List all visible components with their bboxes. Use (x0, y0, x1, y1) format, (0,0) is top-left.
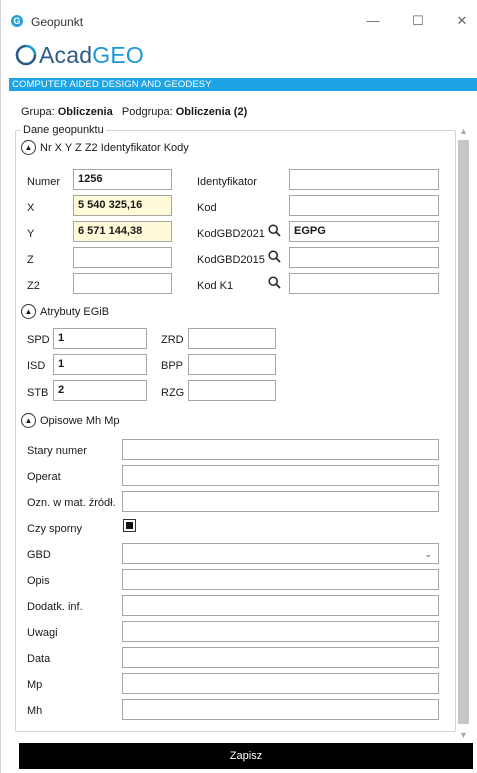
spd-input[interactable]: 1 (53, 328, 147, 349)
y-input[interactable]: 6 571 144,38 (73, 221, 172, 242)
bpp-input[interactable] (188, 354, 276, 375)
logo-acad: Acad (39, 41, 93, 68)
dodatk-label: Dodatk. inf. (27, 601, 83, 613)
search-icon[interactable] (268, 224, 281, 237)
maximize-button[interactable]: ☐ (403, 10, 433, 32)
acadgeo-logo: AcadGEO (15, 40, 144, 70)
z2-label: Z2 (27, 280, 40, 292)
search-icon[interactable] (268, 250, 281, 263)
vertical-scrollbar[interactable]: ▲ ▼ (457, 124, 470, 744)
identyfikator-label: Identyfikator (197, 176, 257, 188)
chevron-up-icon[interactable]: ▲ (21, 140, 36, 155)
zrd-input[interactable] (188, 328, 276, 349)
opis-input[interactable] (122, 569, 439, 590)
operat-input[interactable] (122, 465, 439, 486)
section-atrybuty-title: Atrybuty EGiB (40, 305, 110, 318)
scroll-thumb[interactable] (458, 140, 469, 724)
data-label: Data (27, 653, 51, 665)
stary-numer-input[interactable] (122, 439, 439, 460)
zrd-label: ZRD (161, 334, 184, 346)
z-label: Z (27, 254, 34, 266)
spd-label: SPD (27, 334, 50, 346)
kodk1-label: Kod K1 (197, 280, 234, 292)
logo-mark-icon (15, 44, 37, 66)
numer-input[interactable]: 1256 (73, 169, 172, 190)
gbd-label: GBD (27, 549, 51, 561)
z-input[interactable] (73, 247, 172, 268)
section-nr-xyz-header[interactable]: ▲ Nr X Y Z Z2 Identyfikator Kody (21, 140, 189, 155)
uwagi-label: Uwagi (27, 627, 58, 639)
opis-label: Opis (27, 575, 50, 587)
mh-input[interactable] (122, 699, 439, 720)
data-input[interactable] (122, 647, 439, 668)
kodgbd2015-input[interactable] (289, 247, 439, 268)
section-nr-xyz-title: Nr X Y Z Z2 Identyfikator Kody (40, 141, 189, 154)
identyfikator-input[interactable] (289, 169, 439, 190)
stb-input[interactable]: 2 (53, 380, 147, 401)
ozn-label: Ozn. w mat. źródł. (27, 497, 116, 509)
search-icon[interactable] (268, 276, 281, 289)
dodatk-input[interactable] (122, 595, 439, 616)
y-label: Y (27, 228, 35, 240)
stary-numer-label: Stary numer (27, 445, 87, 457)
logo-text: AcadGEO (39, 42, 144, 69)
mh-label: Mh (27, 705, 43, 717)
app-icon: G (11, 15, 23, 27)
checkbox-check-mark (126, 522, 133, 529)
isd-input[interactable]: 1 (53, 354, 147, 375)
podgrupa-value: Obliczenia (2) (175, 106, 248, 118)
czy-sporny-label: Czy sporny (27, 523, 83, 535)
group-info: Grupa: Obliczenia Podgrupa: Obliczenia (… (21, 106, 247, 118)
mp-label: Mp (27, 679, 43, 691)
section-opisowe-title: Opisowe Mh Mp (40, 414, 120, 427)
kodk1-input[interactable] (289, 273, 439, 294)
tagline-banner: COMPUTER AIDED DESIGN AND GEODESY (9, 78, 477, 91)
minimize-button[interactable]: — (358, 10, 388, 32)
isd-label: ISD (27, 360, 46, 372)
rzg-input[interactable] (188, 380, 276, 401)
x-input[interactable]: 5 540 325,16 (73, 195, 172, 216)
window-title: Geopunkt (31, 15, 84, 29)
kod-label: Kod (197, 202, 217, 214)
close-button[interactable]: ✕ (447, 10, 477, 32)
bpp-label: BPP (161, 360, 184, 372)
ozn-input[interactable] (122, 491, 439, 512)
grupa-value: Obliczenia (57, 106, 113, 118)
kodgbd2021-input[interactable]: EGPG (289, 221, 439, 242)
kodgbd2021-label: KodGBD2021 (197, 228, 265, 240)
chevron-up-icon[interactable]: ▲ (21, 304, 36, 319)
chevron-up-icon[interactable]: ▲ (21, 413, 36, 428)
logo-geo: GEO (92, 41, 144, 68)
podgrupa-label: Podgrupa: (121, 106, 173, 118)
operat-label: Operat (27, 471, 61, 483)
numer-label: Numer (27, 176, 61, 188)
section-opisowe-header[interactable]: ▲ Opisowe Mh Mp (21, 413, 119, 428)
scroll-up-icon[interactable]: ▲ (457, 124, 470, 138)
title-bar: G Geopunkt — ☐ ✕ (1, 6, 477, 36)
kod-input[interactable] (289, 195, 439, 216)
uwagi-input[interactable] (122, 621, 439, 642)
grupa-label: Grupa: (21, 106, 55, 118)
section-atrybuty-header[interactable]: ▲ Atrybuty EGiB (21, 304, 109, 319)
kodgbd2015-label: KodGBD2015 (197, 254, 265, 266)
geopunkt-window: G Geopunkt — ☐ ✕ AcadGEO COMPUTER AIDED … (0, 0, 477, 773)
mp-input[interactable] (122, 673, 439, 694)
gbd-select[interactable]: ⌄ (122, 543, 439, 564)
x-label: X (27, 202, 35, 214)
rzg-label: RZG (161, 387, 185, 399)
scroll-down-icon[interactable]: ▼ (457, 728, 470, 742)
stb-label: STB (27, 387, 49, 399)
save-button[interactable]: Zapisz (19, 743, 473, 769)
czy-sporny-checkbox[interactable] (123, 519, 136, 532)
chevron-down-icon: ⌄ (424, 549, 432, 559)
z2-input[interactable] (73, 273, 172, 294)
fieldset-legend: Dane geopunktu (21, 124, 106, 136)
